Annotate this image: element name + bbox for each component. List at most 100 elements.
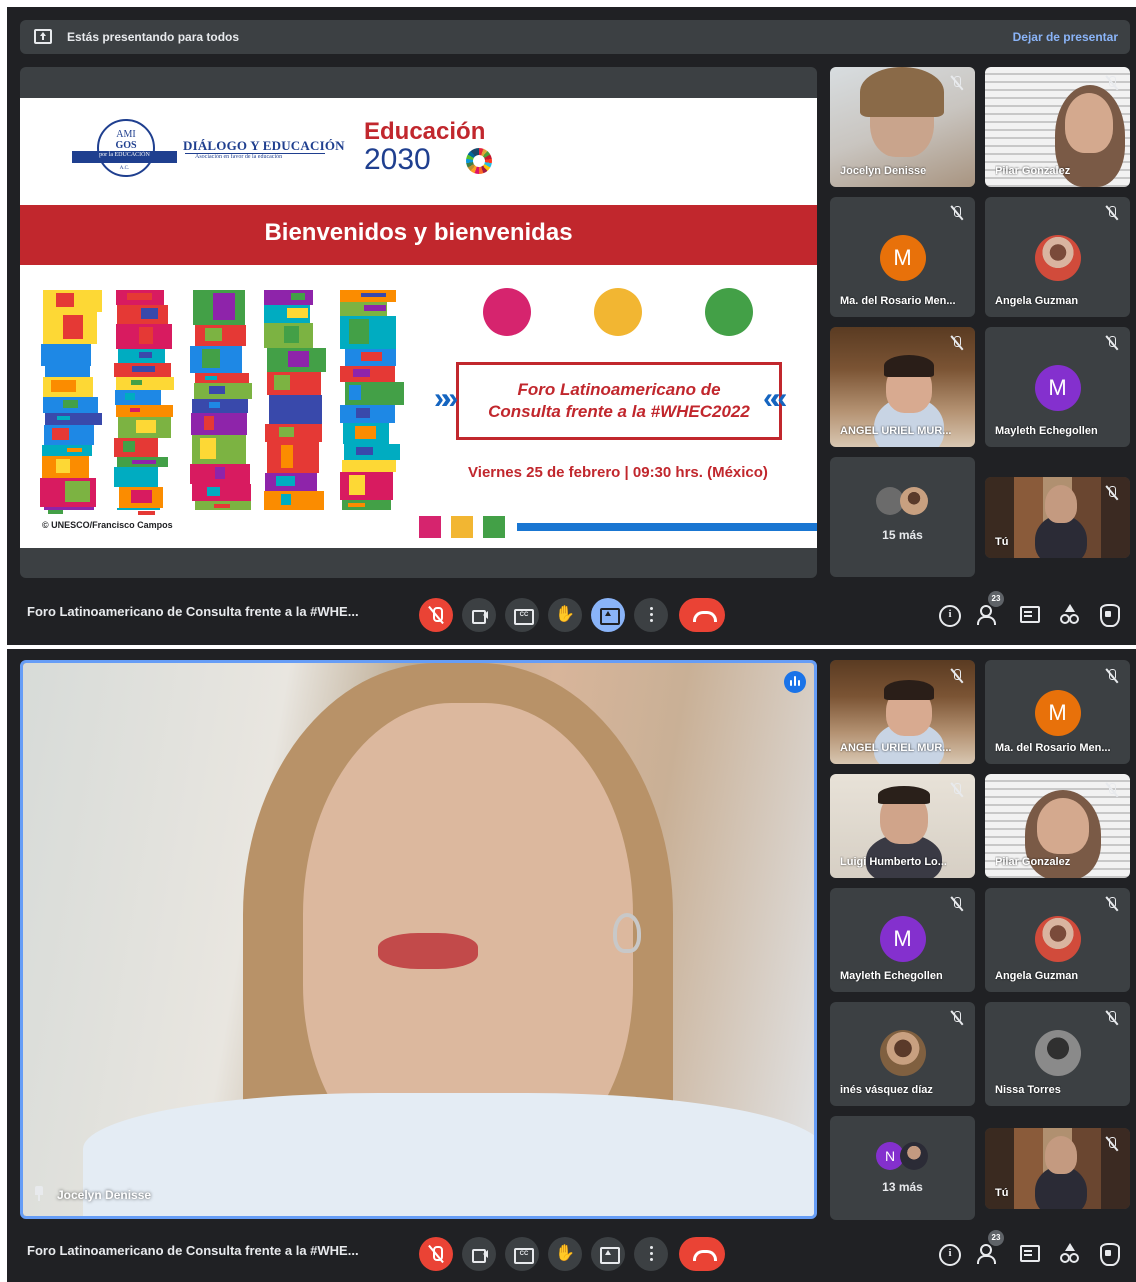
mosaic-block: [132, 366, 155, 372]
mosaic-block: [63, 400, 78, 408]
mosaic-block: [63, 315, 83, 339]
camera-toggle-button[interactable]: [462, 1237, 496, 1271]
mosaic-block: [141, 308, 158, 319]
mosaic-block: [264, 491, 324, 510]
participants-count-badge: 23: [988, 591, 1004, 607]
participant-name: Mayleth Echegollen: [995, 425, 1098, 437]
activities-button[interactable]: [1055, 1240, 1081, 1266]
mosaic-block: [116, 405, 173, 417]
raise-hand-button[interactable]: [548, 598, 582, 632]
more-participants-tile[interactable]: N 13 más: [830, 1116, 975, 1220]
participant-tile[interactable]: ANGEL URIEL MUR...: [830, 327, 975, 447]
camera-toggle-button[interactable]: [462, 598, 496, 632]
more-options-button[interactable]: [634, 1237, 668, 1271]
participant-photo: [900, 1142, 928, 1170]
participants-button[interactable]: 23: [975, 591, 1004, 627]
mosaic-block: [267, 442, 319, 473]
slide-dot-green: [705, 288, 753, 336]
microphone-toggle-button[interactable]: [419, 598, 453, 632]
activities-button[interactable]: [1055, 601, 1081, 627]
microphone-toggle-button[interactable]: [419, 1237, 453, 1271]
present-now-button[interactable]: [591, 598, 625, 632]
participant-tile[interactable]: ANGEL URIEL MUR...: [830, 660, 975, 764]
host-controls-button[interactable]: [1095, 1240, 1121, 1266]
active-speaker-name: Jocelyn Denisse: [57, 1188, 152, 1202]
hang-up-icon: [679, 598, 725, 632]
participant-tile[interactable]: Pilar Gonzalez: [985, 67, 1130, 187]
muted-mic-icon: [1104, 1010, 1120, 1026]
captions-button[interactable]: [505, 598, 539, 632]
amigos-educacion-logo: AMI GOS por la EDUCACIÓN A.C.: [72, 119, 177, 179]
slide-image-credit: © UNESCO/Francisco Campos: [42, 520, 173, 530]
mosaic-block: [139, 352, 152, 358]
present-now-button[interactable]: [591, 1237, 625, 1271]
mosaic-block: [204, 416, 214, 430]
participants-button[interactable]: 23: [975, 1230, 1004, 1266]
participant-avatar: M: [1034, 365, 1081, 411]
chevrons-left-icon: »»: [434, 382, 459, 415]
participant-tile[interactable]: Angela Guzman: [985, 888, 1130, 992]
participant-avatar: M: [879, 916, 926, 962]
self-name: Tú: [995, 1187, 1009, 1199]
mosaic-block: [349, 319, 369, 344]
participant-tile[interactable]: Luigi Humberto Lo...: [830, 774, 975, 878]
participant-tile[interactable]: M Ma. del Rosario Men...: [985, 660, 1130, 764]
chat-button[interactable]: [1015, 601, 1041, 627]
host-controls-button[interactable]: [1095, 601, 1121, 627]
participant-tile[interactable]: Nissa Torres: [985, 1002, 1130, 1106]
mosaic-block: [51, 380, 76, 392]
meeting-window-speaker-view: Jocelyn Denisse ANGEL URIEL MUR... M Ma.…: [7, 649, 1136, 1282]
mosaic-block: [284, 326, 299, 343]
present-screen-icon: [591, 1237, 625, 1271]
chat-button[interactable]: [1015, 1240, 1041, 1266]
present-screen-icon: [34, 29, 52, 44]
presentation-banner: Estás presentando para todos Dejar de pr…: [20, 20, 1130, 54]
meeting-details-button[interactable]: [935, 601, 961, 627]
mosaic-block: [287, 308, 308, 318]
self-view-tile[interactable]: Tú: [985, 477, 1130, 558]
participant-tile[interactable]: Jocelyn Denisse: [830, 67, 975, 187]
participant-name: Angela Guzman: [995, 295, 1079, 307]
sdg-wheel-icon: [466, 148, 492, 174]
participant-name: Luigi Humberto Lo...: [840, 856, 947, 868]
participant-name: Pilar Gonzalez: [995, 165, 1071, 177]
raise-hand-button[interactable]: [548, 1237, 582, 1271]
mosaic-block: [363, 463, 384, 467]
amigos-logo-ribbon-text: por la EDUCACIÓN: [99, 152, 150, 158]
mosaic-block: [205, 328, 222, 341]
participant-tile[interactable]: M Mayleth Echegollen: [985, 327, 1130, 447]
stop-presenting-button[interactable]: Dejar de presentar: [1013, 30, 1118, 44]
more-participants-tile[interactable]: 15 más: [830, 457, 975, 577]
participant-tile[interactable]: M Mayleth Echegollen: [830, 888, 975, 992]
captions-button[interactable]: [505, 1237, 539, 1271]
mosaic-block: [116, 377, 174, 390]
participant-name: Nissa Torres: [995, 1084, 1061, 1096]
pin-icon[interactable]: [33, 1186, 45, 1202]
more-participants-count: 15 más: [882, 528, 923, 542]
leave-call-button[interactable]: [679, 598, 725, 632]
speaking-indicator-icon: [784, 671, 806, 693]
muted-mic-icon: [1104, 485, 1120, 501]
participant-tile[interactable]: Angela Guzman: [985, 197, 1130, 317]
mosaic-block: [269, 395, 322, 424]
participant-photo: [1034, 916, 1081, 962]
participant-tile[interactable]: Pilar Gonzalez: [985, 774, 1130, 878]
slide-title: Bienvenidos y bienvenidas: [264, 219, 573, 246]
participant-name: Angela Guzman: [995, 970, 1079, 982]
participant-tile[interactable]: M Ma. del Rosario Men...: [830, 197, 975, 317]
hang-up-icon: [679, 1237, 725, 1271]
mosaic-block: [56, 369, 81, 373]
slide-square-yellow: [451, 516, 473, 538]
leave-call-button[interactable]: [679, 1237, 725, 1271]
more-vertical-icon: [634, 598, 668, 632]
participant-tile[interactable]: inés vásquez díaz: [830, 1002, 975, 1106]
active-speaker-stage[interactable]: Jocelyn Denisse: [20, 660, 817, 1219]
presentation-banner-text: Estás presentando para todos: [67, 30, 240, 44]
mosaic-block: [192, 484, 251, 501]
mosaic-block: [131, 470, 155, 482]
self-view-tile[interactable]: Tú: [985, 1128, 1130, 1209]
participant-name: Jocelyn Denisse: [840, 165, 927, 177]
meeting-details-button[interactable]: [935, 1240, 961, 1266]
mosaic-block: [56, 293, 74, 307]
more-options-button[interactable]: [634, 598, 668, 632]
